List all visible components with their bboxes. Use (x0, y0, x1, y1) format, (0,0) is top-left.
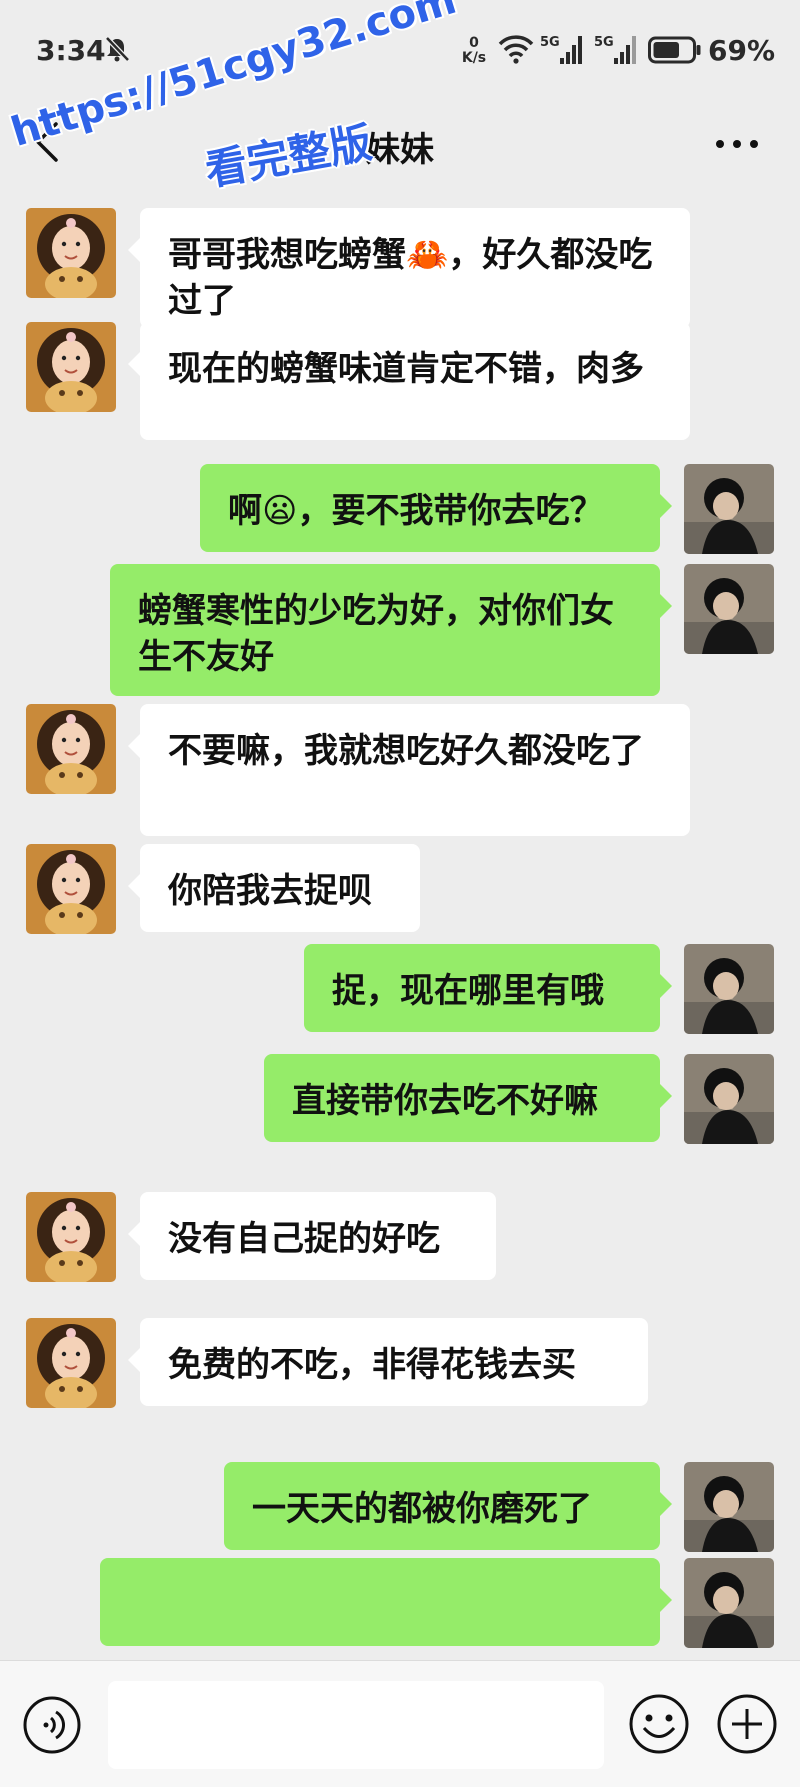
contact-avatar[interactable] (26, 322, 116, 412)
message-bubble-right[interactable]: 捉，现在哪里有哦 (304, 944, 672, 1032)
battery-percent: 69% (708, 34, 776, 67)
self-avatar[interactable] (684, 1558, 774, 1648)
input-bar (0, 1660, 800, 1787)
message-bubble-right[interactable]: 一天天的都被你磨死了 (224, 1462, 672, 1550)
more-dots-icon[interactable] (712, 126, 762, 162)
contact-avatar[interactable] (26, 1318, 116, 1408)
message-list[interactable]: 哥哥我想吃螃蟹🦀，好久都没吃过了 现在的螃蟹味道肯定不错，肉多啊😦，要不我带你去吃… (0, 188, 800, 1660)
message-bubble-left[interactable]: 哥哥我想吃螃蟹🦀，好久都没吃过了 (128, 208, 690, 328)
chat-title: 妹妹 (366, 130, 434, 170)
status-time: 3:34 (36, 34, 106, 67)
contact-avatar[interactable] (26, 844, 116, 934)
status-bar: 3:34 0 K/s 5G 5G 69% (0, 0, 800, 100)
message-bubble-left[interactable]: 你陪我去捉呗 (128, 844, 420, 932)
bell-muted-icon (105, 36, 130, 62)
plus-icon[interactable] (716, 1693, 778, 1755)
battery-icon (648, 36, 701, 64)
message-bubble-left[interactable]: 免费的不吃，非得花钱去买 (128, 1318, 648, 1406)
message-bubble-left[interactable]: 没有自己捉的好吃 (128, 1192, 496, 1280)
voice-icon[interactable] (22, 1695, 82, 1755)
chat-screen: 3:34 0 K/s 5G 5G 69% 妹妹 哥哥我想吃螃蟹🦀，好久都没吃过了… (0, 0, 800, 1787)
emoji-icon[interactable] (628, 1693, 690, 1755)
message-bubble-left[interactable]: 不要嘛，我就想吃好久都没吃了 (128, 704, 690, 836)
message-bubble-right[interactable] (100, 1558, 672, 1646)
message-bubble-right[interactable]: 直接带你去吃不好嘛 (264, 1054, 672, 1142)
signal-1-label: 5G (540, 35, 560, 50)
self-avatar[interactable] (684, 564, 774, 654)
signal-2-label: 5G (594, 35, 614, 50)
chevron-left-icon[interactable] (30, 120, 66, 164)
self-avatar[interactable] (684, 944, 774, 1034)
message-bubble-right[interactable]: 螃蟹寒性的少吃为好，对你们女生不友好 (110, 564, 672, 696)
self-avatar[interactable] (684, 464, 774, 554)
wifi-icon (498, 35, 534, 64)
chat-header: 妹妹 (0, 100, 800, 188)
net-speed: 0 K/s (458, 36, 490, 66)
message-input[interactable] (108, 1681, 604, 1769)
message-bubble-left[interactable]: 现在的螃蟹味道肯定不错，肉多 (128, 322, 690, 440)
net-speed-unit: K/s (461, 50, 487, 66)
contact-avatar[interactable] (26, 208, 116, 298)
contact-avatar[interactable] (26, 1192, 116, 1282)
signal-5g-icon-2: 5G (594, 35, 636, 64)
self-avatar[interactable] (684, 1054, 774, 1144)
message-bubble-right[interactable]: 啊😦，要不我带你去吃？ (200, 464, 672, 552)
net-speed-value: 0 (469, 35, 479, 51)
contact-avatar[interactable] (26, 704, 116, 794)
self-avatar[interactable] (684, 1462, 774, 1552)
signal-5g-icon: 5G (540, 35, 582, 64)
